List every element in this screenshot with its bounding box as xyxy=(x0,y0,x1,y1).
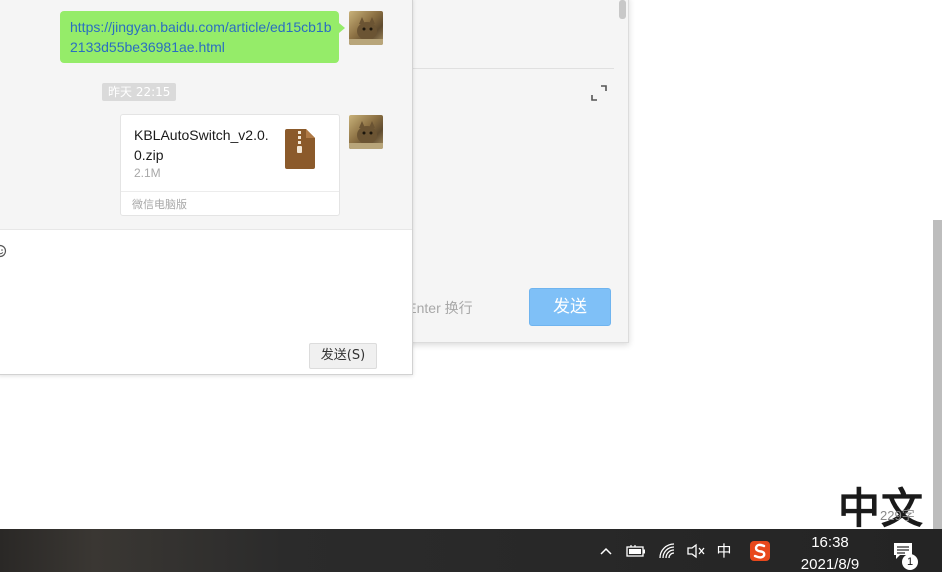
background-divider xyxy=(412,68,614,69)
wifi-icon xyxy=(659,542,675,558)
taskbar: 中 16:38 2021/8/9 xyxy=(0,529,942,573)
background-send-button[interactable]: 发送 xyxy=(529,288,611,326)
timestamp-badge: 昨天 22:15 xyxy=(102,83,177,101)
zip-file-icon xyxy=(285,129,315,169)
file-message-card[interactable]: KBLAutoSwitch_v2.0.0.zip 2.1M 微信电脑版 xyxy=(120,114,340,216)
notification-count-badge: 1 xyxy=(902,554,918,570)
sogou-ime-button[interactable] xyxy=(746,529,774,572)
file-name: KBLAutoSwitch_v2.0.0.zip xyxy=(134,127,269,163)
message-input-area[interactable]: 发送(S) xyxy=(0,229,412,374)
cat-avatar-icon xyxy=(349,121,383,149)
show-hidden-icons-button[interactable] xyxy=(596,529,616,572)
file-source-label: 微信电脑版 xyxy=(132,198,187,211)
ime-indicator-button[interactable]: 中 xyxy=(712,529,736,572)
battery-icon xyxy=(626,544,645,557)
sogou-logo-icon xyxy=(750,540,770,561)
avatar[interactable] xyxy=(349,115,383,149)
taskbar-clock[interactable]: 16:38 2021/8/9 xyxy=(788,529,872,573)
message-bubble[interactable]: https://jingyan.baidu.com/article/ed15cb… xyxy=(60,11,345,63)
send-button[interactable]: 发送(S) xyxy=(309,343,377,369)
clock-date: 2021/8/9 xyxy=(800,556,860,573)
chat-window: https://jingyan.baidu.com/article/ed15cb… xyxy=(0,0,413,375)
emoji-icon[interactable] xyxy=(0,244,7,258)
network-tray-button[interactable] xyxy=(656,529,680,572)
volume-muted-icon xyxy=(687,543,705,558)
window-edge-strip xyxy=(933,220,942,530)
file-size: 2.1M xyxy=(134,166,161,180)
cat-avatar-icon xyxy=(349,17,383,45)
chevron-up-icon xyxy=(600,547,612,555)
expand-icon[interactable] xyxy=(590,84,608,102)
avatar[interactable] xyxy=(349,11,383,45)
ime-word-count: 229字 xyxy=(880,508,915,523)
battery-tray-button[interactable] xyxy=(624,529,648,572)
clock-time: 16:38 xyxy=(811,534,849,551)
message-link[interactable]: https://jingyan.baidu.com/article/ed15cb… xyxy=(70,17,332,57)
background-scrollbar[interactable] xyxy=(619,0,626,19)
file-card-footer: 微信电脑版 xyxy=(121,191,339,216)
volume-tray-button[interactable] xyxy=(684,529,708,572)
